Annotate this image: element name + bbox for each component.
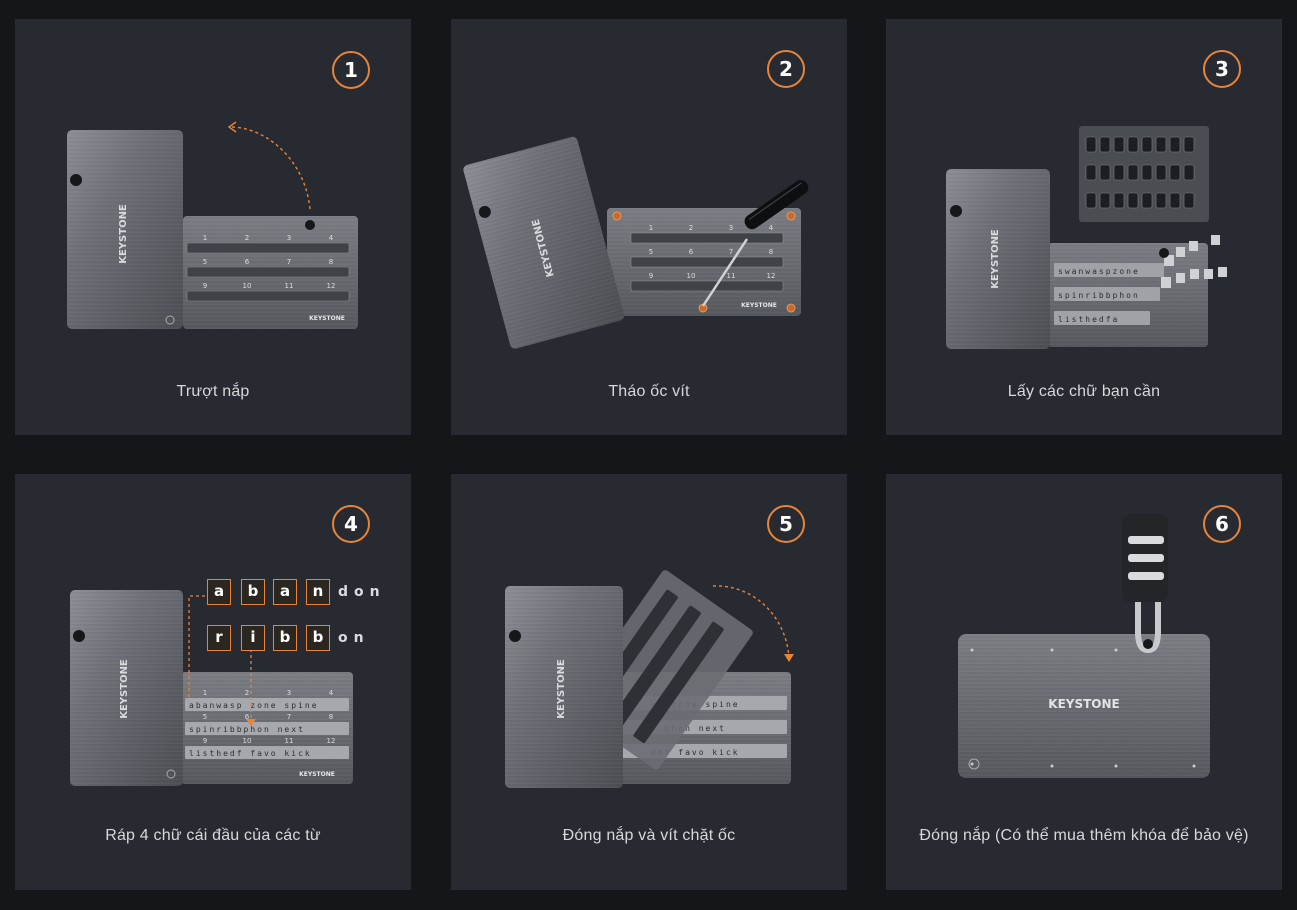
step-number-badge: 5 xyxy=(767,505,805,543)
brand-logo: KEYSTONE xyxy=(556,659,567,719)
slot-number: 7 xyxy=(729,248,733,256)
step-caption: Trượt nắp xyxy=(176,383,250,400)
svg-text:abanwasp zone spine: abanwasp zone spine xyxy=(189,701,319,710)
slot-number: 5 xyxy=(649,248,653,256)
letter-tile: b xyxy=(273,625,297,651)
slot-number: 12 xyxy=(767,272,776,280)
brand-logo: KEYSTONE xyxy=(118,204,129,264)
slot-number: 2 xyxy=(245,234,249,242)
slot-number: 8 xyxy=(329,713,333,721)
word-remainder: don xyxy=(338,584,386,600)
step-caption: Đóng nắp (Có thể mua thêm khóa để bảo vệ… xyxy=(919,827,1249,844)
step-card-1: 1234 5678 9 10 11 12 KEYSTONE KEYSTONE 1 Tr… xyxy=(15,19,411,435)
brand-logo: KEYSTONE xyxy=(309,315,345,322)
slot-number: 7 xyxy=(287,258,291,266)
step-card-6: KEYSTONE 6 Đóng nắp (Có thể mua thêm khó… xyxy=(886,474,1282,890)
step-number-badge: 2 xyxy=(767,50,805,88)
brand-logo: KEYSTONE xyxy=(299,771,335,778)
slot-number: 11 xyxy=(727,272,736,280)
step-caption: Lấy các chữ bạn cần xyxy=(1007,383,1161,400)
slot-number: 1 xyxy=(203,234,207,242)
letter-tile: a xyxy=(273,579,297,605)
slot-number: 3 xyxy=(287,234,291,242)
slot-number: 10 xyxy=(243,737,252,745)
slot-number: 11 xyxy=(285,737,294,745)
word-remainder: on xyxy=(338,630,370,646)
slot-number: 8 xyxy=(329,258,333,266)
step-number-badge: 4 xyxy=(332,505,370,543)
brand-logo: KEYSTONE xyxy=(1048,697,1119,711)
letter-tile: b xyxy=(306,625,330,651)
step-number-badge: 6 xyxy=(1203,505,1241,543)
svg-text:listhedf favo kick: listhedf favo kick xyxy=(189,749,312,758)
brand-logo: KEYSTONE xyxy=(119,659,130,719)
slot-number: 6 xyxy=(689,248,694,256)
step-caption: Ráp 4 chữ cái đầu của các từ xyxy=(105,827,321,844)
slot-number: 1 xyxy=(203,689,207,697)
slot-number: 10 xyxy=(243,282,252,290)
letter-tile: b xyxy=(241,579,265,605)
step-card-3: swanwaspzone spinribbphon listhedfa KEYS… xyxy=(886,19,1282,435)
step-card-4: abanwasp zone spine spinribbphon next li… xyxy=(15,474,411,890)
slot-number: 9 xyxy=(649,272,653,280)
slot-number: 2 xyxy=(689,224,693,232)
svg-text:swanwaspzone: swanwaspzone xyxy=(1058,267,1140,276)
letter-tile: n xyxy=(306,579,330,605)
slot-number: 9 xyxy=(203,737,207,745)
svg-text:spinribbphon: spinribbphon xyxy=(1058,291,1140,300)
letter-tile: a xyxy=(207,579,231,605)
slot-number: 5 xyxy=(203,258,207,266)
slot-number: 7 xyxy=(287,713,291,721)
slot-number: 4 xyxy=(329,234,334,242)
slot-number: 9 xyxy=(203,282,207,290)
slot-number: 12 xyxy=(327,737,336,745)
brand-logo: KEYSTONE xyxy=(741,302,777,309)
step-card-2: 1234 5678 9 10 11 12 KEYSTONE KEYSTONE 2 Th… xyxy=(451,19,847,435)
letter-tile: i xyxy=(241,625,265,651)
slot-number: 12 xyxy=(327,282,336,290)
letter-tile: r xyxy=(207,625,231,651)
slot-number: 10 xyxy=(687,272,696,280)
slot-number: 3 xyxy=(729,224,733,232)
slot-number: 6 xyxy=(245,258,250,266)
brand-logo: KEYSTONE xyxy=(990,229,1001,289)
slot-number: 11 xyxy=(285,282,294,290)
slot-number: 4 xyxy=(769,224,774,232)
slot-number: 2 xyxy=(245,689,249,697)
svg-text:listhedfa: listhedfa xyxy=(1058,315,1119,324)
slot-number: 3 xyxy=(287,689,291,697)
slot-number: 4 xyxy=(329,689,334,697)
step-number-badge: 1 xyxy=(332,51,370,89)
slot-number: 1 xyxy=(649,224,653,232)
step-caption: Tháo ốc vít xyxy=(608,383,690,400)
step-card-5: np zone spine b phon next edf favo kick … xyxy=(451,474,847,890)
slot-number: 8 xyxy=(769,248,773,256)
step-caption: Đóng nắp và vít chặt ốc xyxy=(562,827,736,844)
step-number-badge: 3 xyxy=(1203,50,1241,88)
svg-text:spinribbphon next: spinribbphon next xyxy=(189,725,305,734)
slot-number: 5 xyxy=(203,713,207,721)
